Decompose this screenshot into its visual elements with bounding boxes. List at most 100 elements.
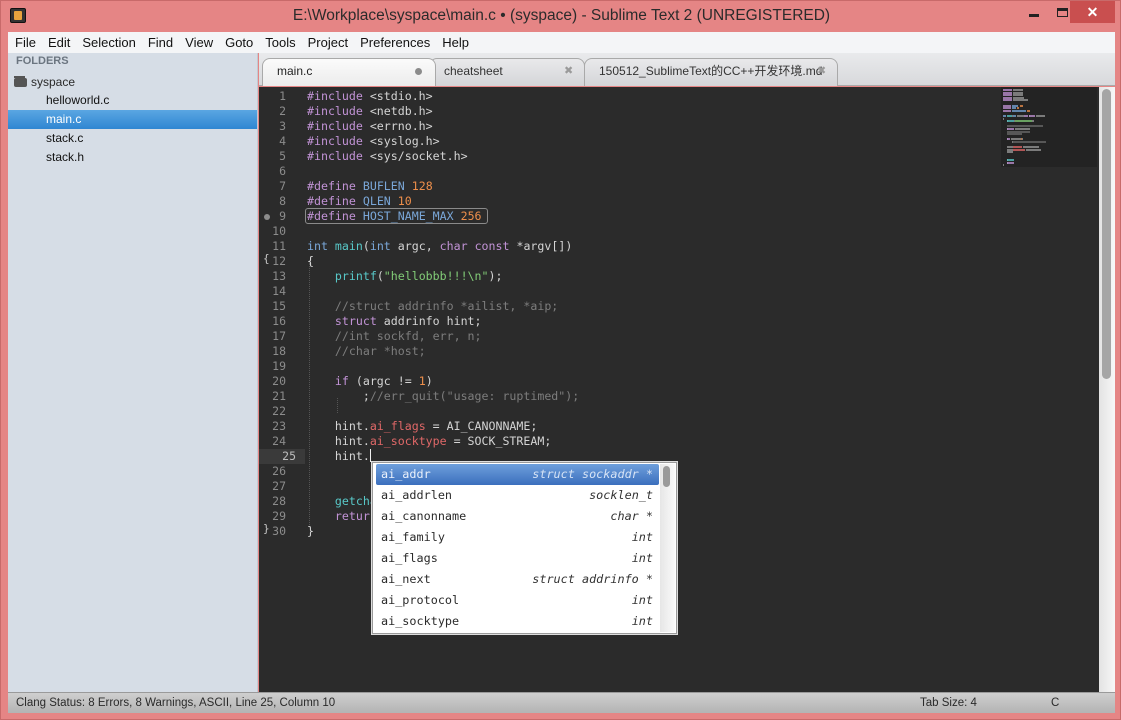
code-line: hint.	[307, 449, 371, 464]
menu-selection[interactable]: Selection	[76, 33, 141, 52]
scrollbar-thumb[interactable]	[1102, 89, 1111, 379]
code-token: <syslog.h>	[362, 134, 440, 148]
menu-edit[interactable]: Edit	[42, 33, 76, 52]
autocomplete-scrollbar-thumb[interactable]	[663, 466, 670, 487]
syntax-selector[interactable]: C	[1051, 693, 1059, 713]
code-token: (	[362, 239, 370, 253]
unsaved-dot-icon[interactable]	[415, 68, 422, 75]
tab-cheatsheet[interactable]: cheatsheet ✖	[429, 58, 585, 86]
code-token: ai_socktype	[369, 434, 447, 448]
line-number: 18	[272, 344, 286, 358]
minimap-line	[1027, 109, 1031, 112]
line-number: 27	[272, 479, 286, 493]
fold-open-brace-icon[interactable]: {	[263, 251, 270, 266]
code-token: 1	[418, 374, 426, 388]
code-token: BUFLEN	[355, 179, 405, 193]
menu-view[interactable]: View	[179, 33, 219, 52]
line-number: 1	[279, 89, 286, 103]
code-token: 128	[404, 179, 433, 193]
menu-project[interactable]: Project	[302, 33, 354, 52]
code-token: printf	[334, 269, 377, 283]
tab-label: 150512_SublimeText的CC++开发环境.md	[599, 64, 823, 78]
code-line: getcha	[307, 494, 377, 509]
minimap-line	[1023, 115, 1029, 117]
sidebar-file[interactable]: stack.c	[8, 129, 257, 148]
close-icon: ✕	[1086, 3, 1099, 20]
code-token: int	[369, 239, 391, 253]
folder-label: syspace	[31, 75, 76, 89]
folder-open-icon	[14, 75, 27, 87]
code-token: #include	[307, 89, 363, 103]
minimap-line	[1003, 109, 1011, 112]
tab-markdown-doc[interactable]: 150512_SublimeText的CC++开发环境.md ✖	[584, 58, 838, 86]
autocomplete-item[interactable]: ai_addr struct sockaddr *	[376, 464, 659, 485]
minimap[interactable]	[1001, 87, 1097, 167]
code-line: //char *host;	[307, 344, 426, 359]
breakpoint-dot-icon[interactable]	[264, 214, 270, 220]
minimap-line	[1029, 115, 1035, 117]
completion-name: ai_flags	[381, 551, 438, 565]
code-token: <stdio.h>	[362, 89, 433, 103]
sublime-window: E:\Workplace\syspace\main.c • (syspace) …	[0, 0, 1121, 720]
tab-label: main.c	[277, 64, 313, 78]
autocomplete-item[interactable]: ai_canonname char *	[376, 506, 659, 527]
menu-find[interactable]: Find	[142, 33, 179, 52]
sidebar-file[interactable]: stack.h	[8, 148, 257, 167]
menu-bar: File Edit Selection Find View Goto Tools Projec…	[8, 32, 1115, 53]
title-bar: E:\Workplace\syspace\main.c • (syspace) …	[1, 1, 1121, 32]
minimap-line	[1015, 120, 1032, 123]
autocomplete-item[interactable]: ai_family int	[376, 527, 659, 548]
text-caret	[369, 449, 371, 462]
close-button[interactable]: ✕	[1070, 1, 1115, 23]
tab-close-icon[interactable]: ✖	[817, 59, 826, 83]
minimap-line	[1007, 133, 1022, 136]
line-number: 15	[272, 299, 286, 313]
minimap-line	[1019, 104, 1023, 107]
tab-close-icon[interactable]: ✖	[564, 59, 573, 83]
completion-name: ai_protocol	[381, 593, 460, 607]
tab-label: cheatsheet	[444, 64, 503, 78]
line-number: 17	[272, 329, 286, 343]
vertical-scrollbar[interactable]	[1099, 87, 1115, 692]
line-number: 25	[259, 449, 305, 464]
menu-preferences[interactable]: Preferences	[354, 33, 436, 52]
completion-name: ai_next	[381, 572, 431, 586]
sidebar-file[interactable]: main.c	[8, 110, 257, 129]
code-token: #include	[307, 119, 363, 133]
code-token: hint.	[307, 449, 370, 463]
menu-tools[interactable]: Tools	[259, 33, 301, 52]
code-line: ;//err_quit("usage: ruptimed");	[307, 389, 579, 404]
minimize-button[interactable]	[1020, 1, 1048, 23]
code-token: 10	[390, 194, 412, 208]
code-line: #include <stdio.h>	[307, 89, 433, 104]
autocomplete-item[interactable]: ai_next struct addrinfo *	[376, 569, 659, 590]
sidebar: FOLDERS syspace helloworld.c main.c stack.…	[8, 53, 258, 692]
sidebar-file[interactable]: helloworld.c	[8, 91, 257, 110]
code-line: #include <sys/socket.h>	[307, 149, 468, 164]
autocomplete-scrollbar[interactable]	[660, 464, 675, 632]
code-line: int main(int argc, char const *argv[])	[307, 239, 572, 254]
menu-help[interactable]: Help	[436, 33, 475, 52]
minimap-line	[1007, 120, 1014, 123]
menu-goto[interactable]: Goto	[219, 33, 259, 52]
code-token: #include	[307, 149, 363, 163]
autocomplete-item[interactable]: ai_addrlen socklen_t	[376, 485, 659, 506]
code-line: {	[307, 254, 314, 269]
minimap-line	[1003, 99, 1012, 102]
line-number: 23	[272, 419, 286, 433]
code-token: //struct addrinfo *ailist, *aip;	[307, 299, 559, 313]
line-number: 4	[279, 134, 286, 148]
code-token: <errno.h>	[362, 119, 433, 133]
menu-file[interactable]: File	[8, 33, 42, 52]
autocomplete-item[interactable]: ai_flags int	[376, 548, 659, 569]
fold-close-brace-icon[interactable]: }	[263, 521, 270, 536]
autocomplete-item[interactable]: ai_protocol int	[376, 590, 659, 611]
tab-main-c[interactable]: main.c	[262, 58, 436, 86]
code-token: //int sockfd, err, n;	[307, 329, 482, 343]
line-number: 20	[272, 374, 286, 388]
tab-size-selector[interactable]: Tab Size: 4	[920, 693, 977, 713]
folder-syspace[interactable]: syspace	[14, 73, 75, 91]
autocomplete-item[interactable]: ai_socktype int	[376, 611, 659, 632]
